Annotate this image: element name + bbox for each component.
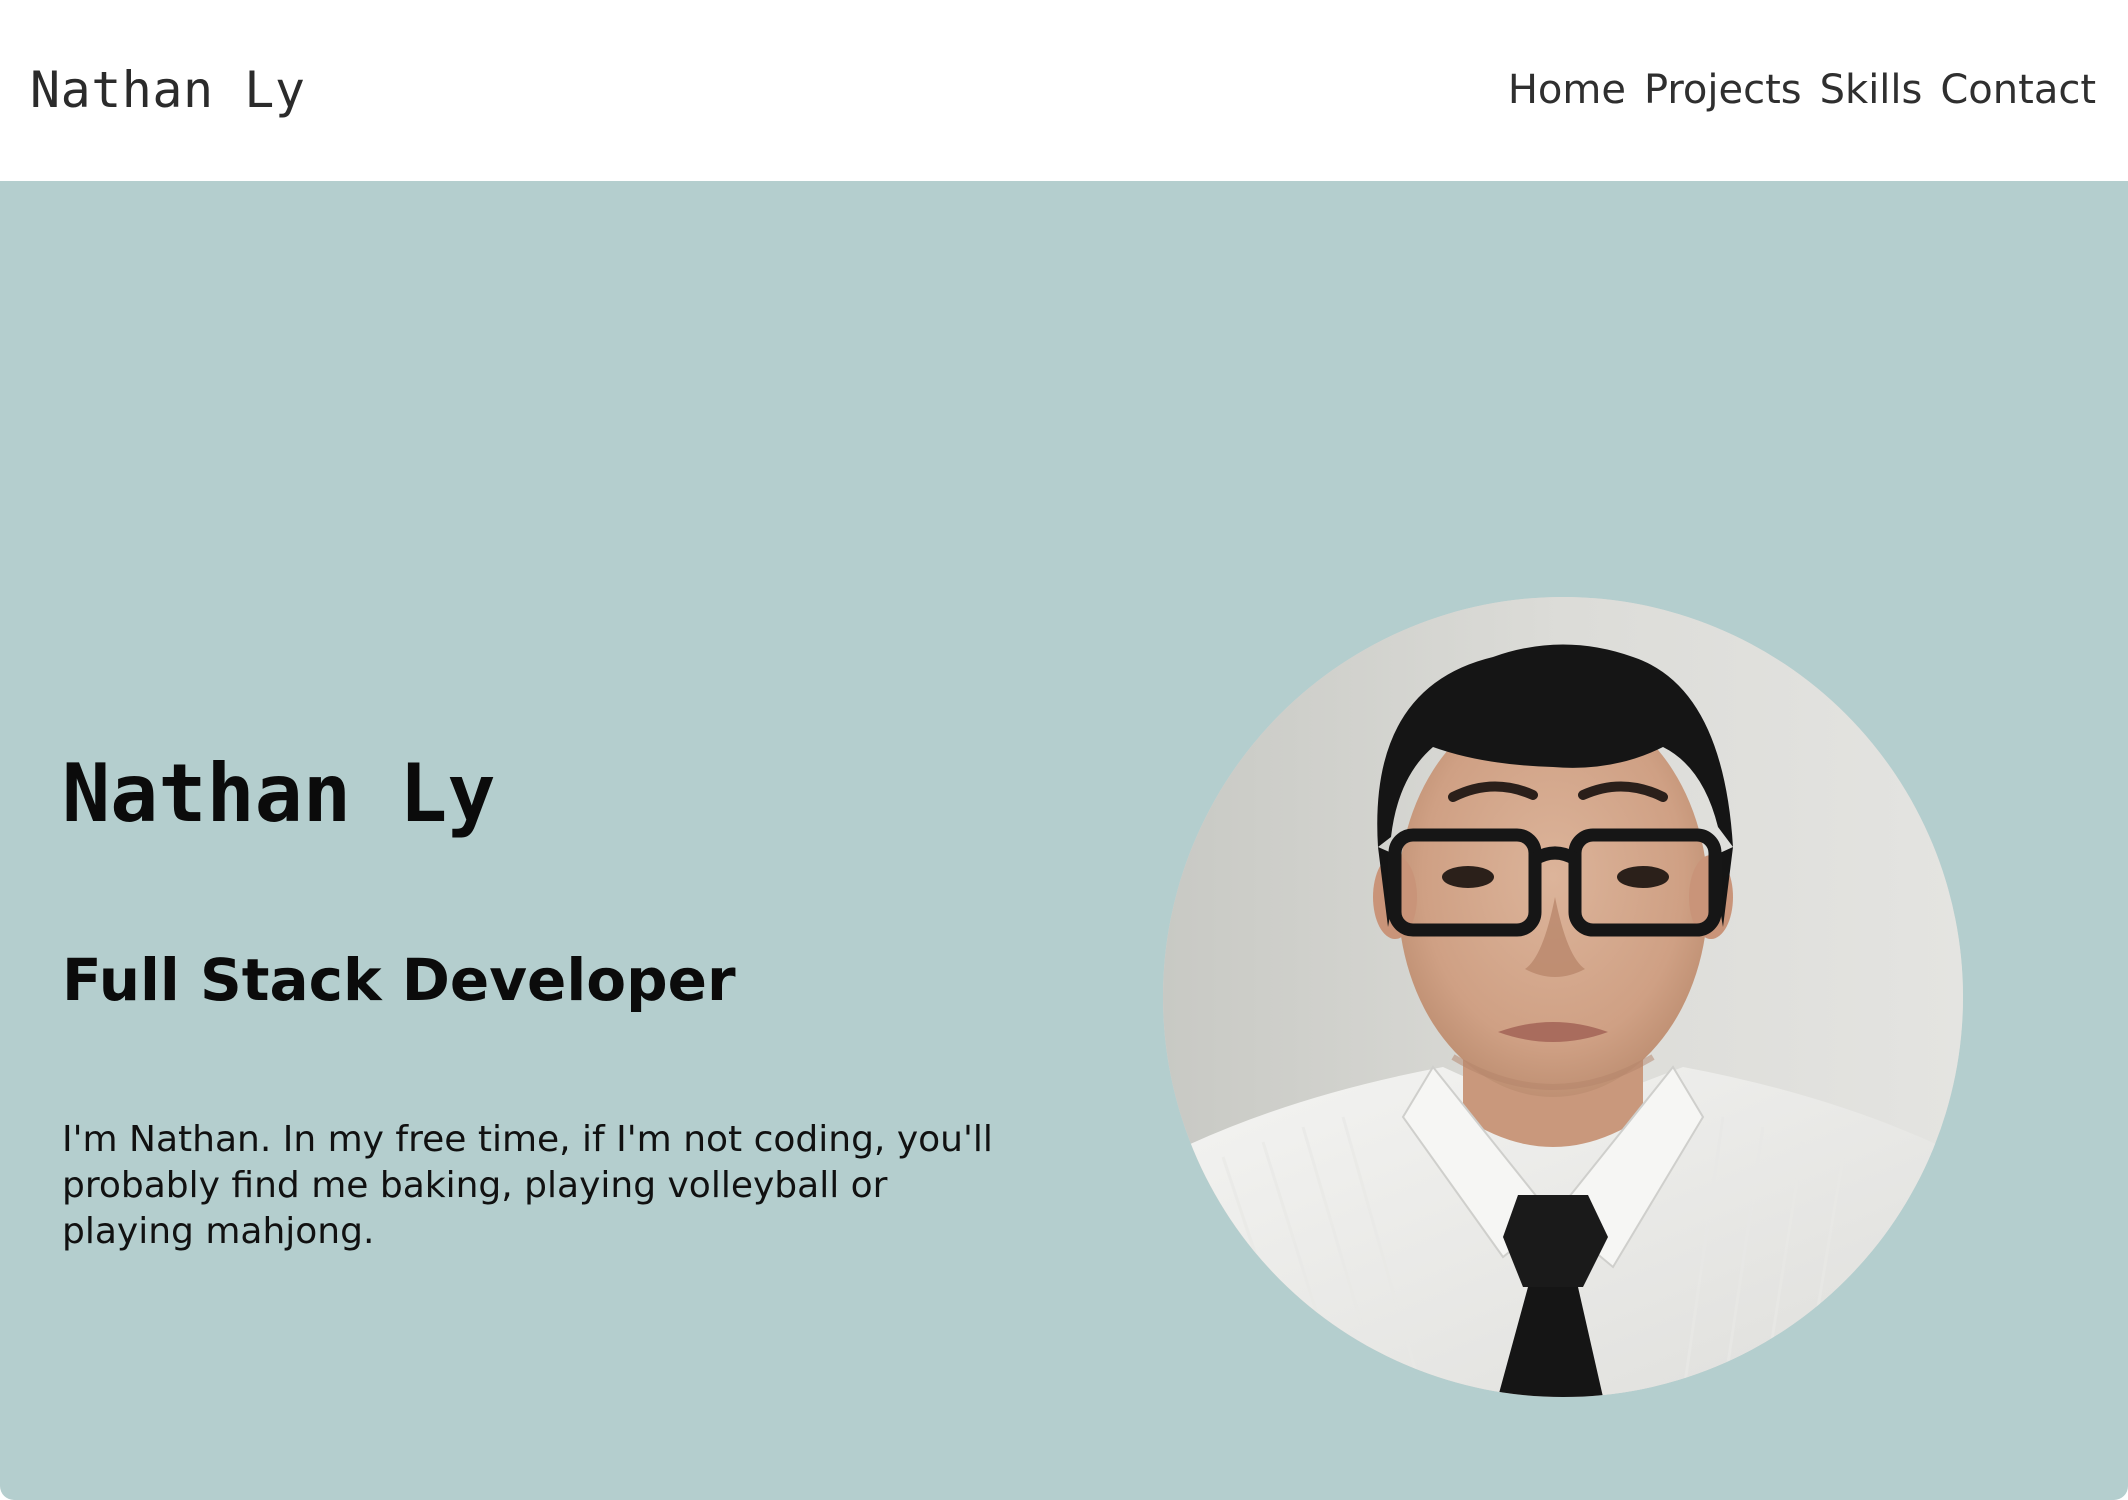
top-navbar: Nathan Ly Home Projects Skills Contact <box>0 0 2128 181</box>
nav-link-contact[interactable]: Contact <box>1940 62 2096 118</box>
profile-photo <box>1163 597 1963 1397</box>
hero-section: Nathan Ly Full Stack Developer I'm Natha… <box>0 181 2128 1500</box>
hero-bio-text: I'm Nathan. In my free time, if I'm not … <box>62 1119 993 1252</box>
brand-logo-link[interactable]: Nathan Ly <box>30 60 305 120</box>
portfolio-page: Nathan Ly Home Projects Skills Contact N… <box>0 0 2128 1500</box>
profile-photo-illustration <box>1163 597 1963 1397</box>
nav-link-skills[interactable]: Skills <box>1820 62 1923 118</box>
nav-link-projects[interactable]: Projects <box>1644 62 1802 118</box>
hero-name-heading: Nathan Ly <box>62 747 496 840</box>
hero-role-heading: Full Stack Developer <box>62 946 736 1014</box>
main-nav: Home Projects Skills Contact <box>1508 62 2096 118</box>
nav-link-home[interactable]: Home <box>1508 62 1626 118</box>
